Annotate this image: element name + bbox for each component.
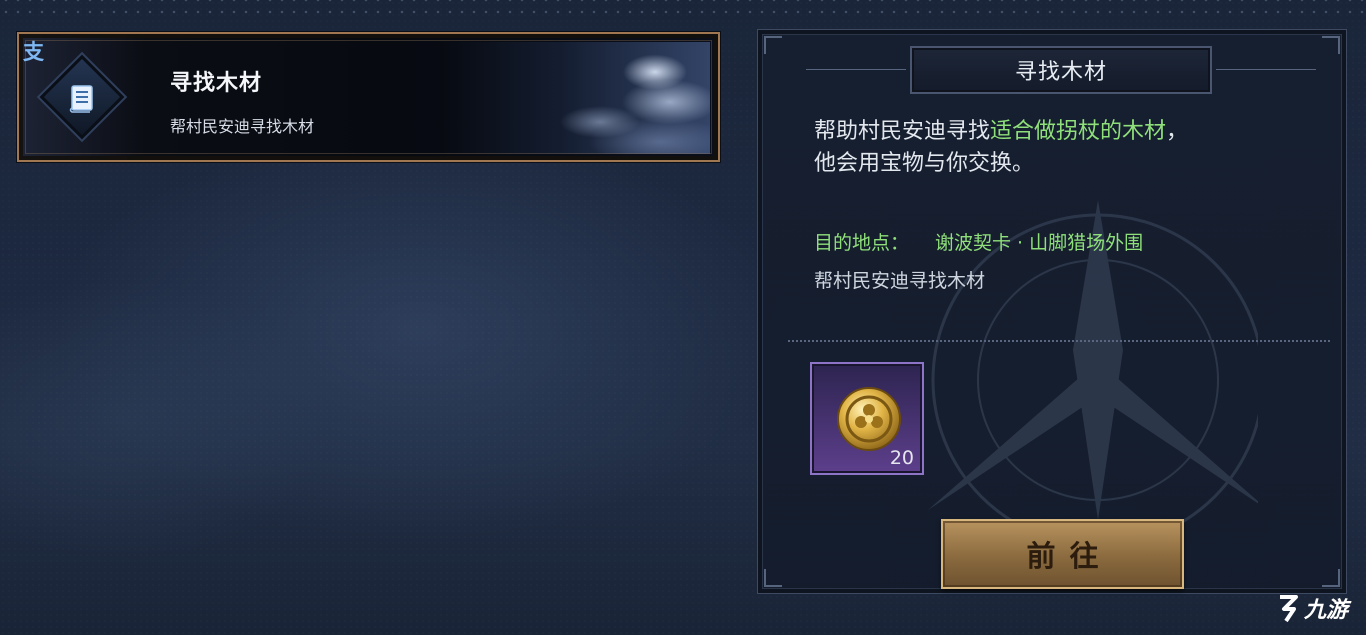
desc-highlight: 适合做拐杖的木材: [990, 119, 1167, 144]
scroll-icon: [69, 85, 93, 113]
desc-text: 帮助村民安迪寻找: [814, 119, 991, 144]
destination-label: 目的地点：: [814, 232, 910, 254]
detail-title: 寻找木材: [1014, 60, 1107, 85]
quest-detail-panel: 寻找木材 帮助村民安迪寻找适合做拐杖的木材， 他会用宝物与你交换。 目的地点： 谢…: [757, 29, 1347, 594]
detail-title-plate: 寻找木材: [910, 46, 1212, 94]
corner-ornament: [764, 36, 782, 54]
watermark-logo: 九游: [1276, 588, 1366, 628]
go-button[interactable]: 前往: [941, 519, 1184, 589]
go-button-label: 前往: [1026, 539, 1113, 573]
top-dot-border: [0, 0, 1366, 22]
gold-coin-icon: [837, 387, 901, 451]
quest-description: 帮助村民安迪寻找适合做拐杖的木材， 他会用宝物与你交换。: [814, 116, 1324, 180]
desc-text: 他会用宝物与你交换。: [814, 151, 1035, 176]
desc-text: ，: [1166, 119, 1189, 144]
reward-item[interactable]: 20: [810, 362, 924, 475]
reward-quantity: 20: [889, 447, 914, 469]
corner-ornament: [1322, 569, 1340, 587]
quest-subtitle: 帮村民安迪寻找木材: [170, 117, 315, 136]
section-divider: [788, 340, 1330, 342]
quest-list-item[interactable]: 支 寻找木材 帮村民安迪寻找木材: [17, 32, 720, 162]
destination-value: 谢波契卡 · 山脚猎场外围: [935, 232, 1144, 254]
destination: 目的地点： 谢波契卡 · 山脚猎场外围: [814, 228, 1143, 255]
title-divider: [1216, 69, 1316, 70]
watermark-text: 九游: [1304, 598, 1349, 623]
quest-card-frame: [25, 40, 712, 154]
corner-ornament: [1322, 36, 1340, 54]
side-quest-tag: 支: [23, 40, 44, 64]
objective-text: 帮村民安迪寻找木材: [814, 270, 986, 292]
quest-title: 寻找木材: [170, 71, 263, 96]
nine-game-logo-icon: [1280, 595, 1298, 623]
title-divider: [806, 69, 906, 70]
corner-ornament: [764, 569, 782, 587]
